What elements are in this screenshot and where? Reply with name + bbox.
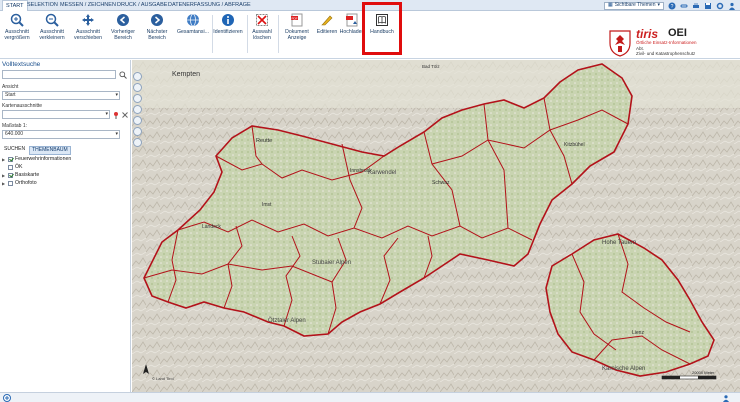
- label-karwendel: Karwendel: [368, 170, 396, 176]
- identify-button[interactable]: Identifizieren: [212, 13, 244, 35]
- zoom-in-icon[interactable]: [133, 83, 142, 92]
- pencil-icon: [321, 15, 333, 26]
- label-schwaz: Schwaz: [432, 180, 450, 186]
- tree-item-basiskarte[interactable]: ▶ Basiskarte: [2, 172, 39, 178]
- zoom-out-icon[interactable]: [133, 94, 142, 103]
- svg-text:PDF: PDF: [292, 16, 298, 20]
- map-zoom-controls: [133, 72, 143, 147]
- tree-item-ok[interactable]: ÖK: [2, 164, 23, 170]
- label-kitzbuhel: Kitzbühel: [564, 142, 585, 148]
- document-view-button[interactable]: PDF Dokument Anzeige: [282, 13, 312, 41]
- label-karnische: Karnische Alpen: [602, 366, 645, 372]
- clear-selection-icon: [256, 14, 268, 26]
- status-bar: [0, 392, 740, 402]
- expand-icon[interactable]: ▶: [2, 157, 6, 162]
- scale-text: 20000 Meter: [692, 370, 715, 375]
- pin-icon[interactable]: [112, 111, 120, 119]
- search-icon[interactable]: [119, 71, 127, 79]
- expand-icon[interactable]: ▶: [2, 173, 6, 178]
- user-icon[interactable]: [728, 2, 736, 10]
- label-hohe-tauern: Hohe Tauern: [602, 240, 636, 246]
- ribbon-divider: [247, 15, 248, 53]
- manual-highlight-frame: [362, 2, 402, 55]
- pan-north-icon[interactable]: [133, 72, 142, 81]
- label-kempten: Kempten: [172, 71, 200, 78]
- tree-item-orthofoto[interactable]: ▶ Orthofoto: [2, 180, 37, 186]
- full-extent-icon[interactable]: [133, 127, 142, 136]
- tyrol-coat-of-arms-icon: [609, 30, 631, 57]
- tab-messen[interactable]: MESSEN / ZEICHNEN: [57, 0, 119, 11]
- settings-icon[interactable]: [716, 2, 724, 10]
- full-extent-button[interactable]: Gesamtansi...: [175, 13, 211, 35]
- tree-item-feuerwehr[interactable]: ▶ Feuerwehrinformationen: [2, 156, 71, 162]
- tab-datenerfassung[interactable]: DATENERFASSUNG / ABFRAGE: [165, 0, 254, 11]
- chevron-down-icon: ▾: [115, 131, 118, 137]
- pdf-upload-icon: [346, 13, 358, 27]
- close-icon[interactable]: [121, 111, 129, 119]
- tab-selektion[interactable]: SELEKTION: [24, 0, 61, 11]
- ribbon-divider: [278, 15, 279, 53]
- scale-label: Maßstab 1:: [2, 123, 28, 129]
- label-bad-tolz: Bad Tölz: [422, 64, 440, 69]
- attribution: © Land Tirol: [152, 376, 174, 381]
- label-otztaler: Ötztaler Alpen: [268, 317, 306, 324]
- label-stubaier: Stubaier Alpen: [312, 260, 351, 266]
- view-select[interactable]: Start ▾: [2, 91, 120, 100]
- clear-selection-button[interactable]: Auswahl löschen: [250, 13, 274, 41]
- fulltext-search-input[interactable]: [2, 70, 116, 79]
- checkbox[interactable]: [8, 164, 13, 170]
- globe-icon: [187, 13, 199, 27]
- extracts-select[interactable]: ▾: [2, 110, 110, 119]
- checkbox[interactable]: [8, 156, 13, 162]
- map-canvas[interactable]: Kempten Bad Tölz Reutte Innsbruck Karwen…: [132, 60, 740, 392]
- checkbox[interactable]: [8, 172, 13, 178]
- map-view[interactable]: Kempten Bad Tölz Reutte Innsbruck Karwen…: [132, 60, 740, 392]
- chevron-down-icon: ▾: [657, 2, 660, 8]
- label-landeck: Landeck: [202, 224, 221, 230]
- checkbox[interactable]: [8, 180, 13, 186]
- label-reutte: Reutte: [256, 138, 272, 144]
- chevron-down-icon: ▾: [115, 92, 118, 98]
- info-icon: [222, 14, 234, 26]
- add-icon[interactable]: [3, 394, 11, 402]
- edit-button[interactable]: Editieren: [315, 13, 339, 35]
- sidebar: Volltextsuche Ansicht Start ▾ Kartenauss…: [0, 60, 131, 392]
- user-status-icon[interactable]: [722, 394, 730, 402]
- tab-druck[interactable]: DRUCK / AUSGABE: [114, 0, 170, 11]
- extracts-label: Kartenausschnitte: [2, 103, 43, 109]
- zoom-out-button[interactable]: Ausschnitt verkleinern: [37, 13, 67, 41]
- tiris-oei-logo: tiris OEI Örtliche Einsatz-Informationen…: [606, 25, 736, 65]
- svg-text:?: ?: [671, 4, 674, 10]
- pdf-document-icon: PDF: [291, 13, 303, 27]
- zoom-level-icon[interactable]: [133, 105, 142, 114]
- scale-select[interactable]: 640.000 ▾: [2, 130, 120, 139]
- previous-extent-button[interactable]: Vorheriger Bereich: [110, 13, 136, 41]
- chevron-down-icon: ▾: [105, 111, 108, 117]
- zoom-in-icon: [10, 13, 24, 27]
- view-label: Ansicht: [2, 84, 19, 90]
- next-extent-button[interactable]: Nächster Bereich: [144, 13, 170, 41]
- label-imst: Imst: [262, 202, 272, 208]
- arrow-left-icon: [117, 14, 129, 26]
- fulltext-search-title: Volltextsuche: [2, 61, 41, 68]
- tab-search[interactable]: SUCHEN: [2, 146, 27, 155]
- sidebar-tabs: SUCHEN THEMENBAUM: [2, 146, 71, 155]
- link-icon[interactable]: [680, 2, 688, 10]
- zoom-out-icon: [45, 13, 59, 27]
- zoom-in-button[interactable]: Ausschnitt vergrößern: [3, 13, 31, 41]
- label-lienz: Lienz: [632, 330, 644, 336]
- zoom-level-icon[interactable]: [133, 116, 142, 125]
- theme-select[interactable]: ▦ Sichtbare Themen ▾: [603, 1, 664, 10]
- move-arrows-icon: [82, 14, 94, 26]
- layers-icon: ▦: [607, 2, 613, 8]
- tab-theme-tree[interactable]: THEMENBAUM: [29, 146, 71, 155]
- measure-icon[interactable]: [133, 138, 142, 147]
- pan-button[interactable]: Ausschnitt verschieben: [72, 13, 104, 41]
- save-icon[interactable]: [704, 2, 712, 10]
- print-icon[interactable]: [692, 2, 700, 10]
- help-icon[interactable]: ?: [668, 2, 676, 10]
- expand-icon[interactable]: ▶: [2, 181, 6, 186]
- arrow-right-icon: [151, 14, 163, 26]
